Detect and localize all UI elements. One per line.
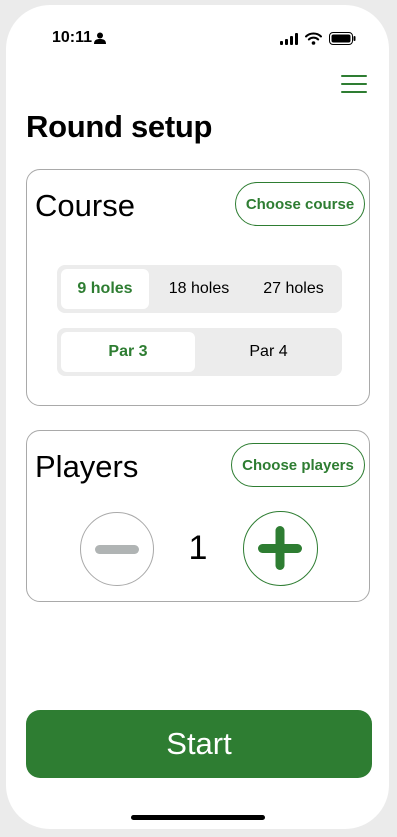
- players-title: Players: [35, 449, 139, 484]
- holes-option-9[interactable]: 9 holes: [61, 269, 149, 309]
- par-segmented-control: Par 3 Par 4: [57, 328, 342, 376]
- hamburger-menu-icon[interactable]: [340, 73, 370, 95]
- home-indicator: [131, 815, 265, 820]
- holes-segmented-control: 9 holes 18 holes 27 holes: [57, 265, 342, 313]
- plus-icon: [258, 526, 302, 570]
- par-option-3[interactable]: Par 3: [61, 332, 195, 372]
- status-bar: 10:11: [6, 5, 389, 65]
- choose-players-button[interactable]: Choose players: [231, 443, 365, 487]
- players-card: Players Choose players 1: [26, 430, 370, 602]
- start-button[interactable]: Start: [26, 710, 372, 778]
- holes-option-27[interactable]: 27 holes: [249, 269, 338, 309]
- player-count: 1: [188, 529, 208, 567]
- battery-icon: [329, 32, 356, 45]
- increment-players-button[interactable]: [243, 511, 318, 586]
- minus-icon: [95, 545, 139, 554]
- course-card: Course Choose course 9 holes 18 holes 27…: [26, 169, 370, 406]
- course-title: Course: [35, 188, 135, 223]
- decrement-players-button[interactable]: [80, 512, 154, 586]
- status-time: 10:11: [52, 29, 93, 46]
- page-title: Round setup: [26, 109, 213, 144]
- holes-option-18[interactable]: 18 holes: [153, 269, 245, 309]
- phone-screen: 10:11 Round setup Course Choose course 9…: [6, 5, 389, 829]
- person-icon: [94, 32, 106, 44]
- choose-course-button[interactable]: Choose course: [235, 182, 365, 226]
- signal-icon: [280, 33, 298, 45]
- wifi-icon: [305, 32, 322, 45]
- par-option-4[interactable]: Par 4: [199, 332, 338, 372]
